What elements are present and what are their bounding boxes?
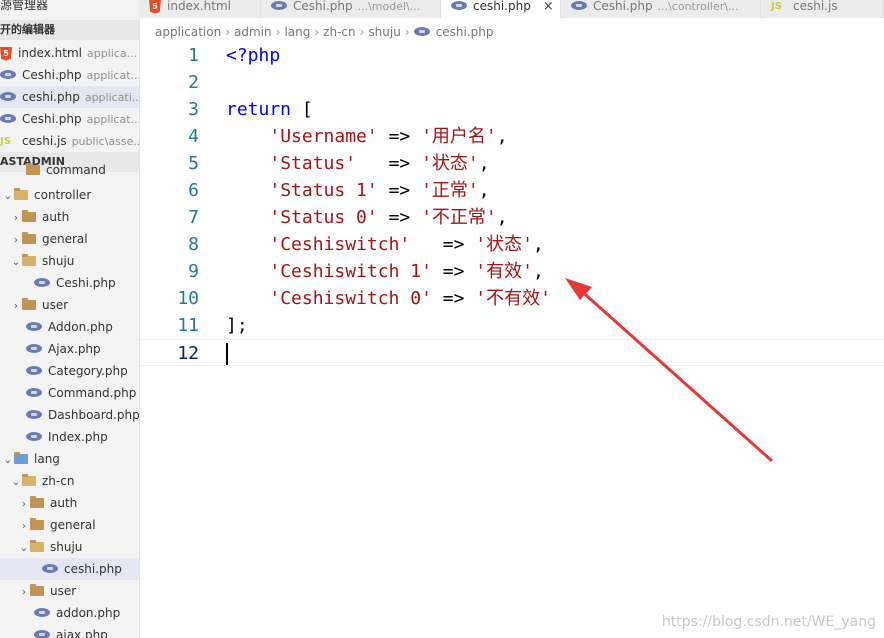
arrow-shaft bbox=[577, 286, 773, 463]
red-arrow-annotation bbox=[565, 278, 773, 463]
watermark: https://blog.csdn.net/WE_yang bbox=[661, 614, 876, 630]
